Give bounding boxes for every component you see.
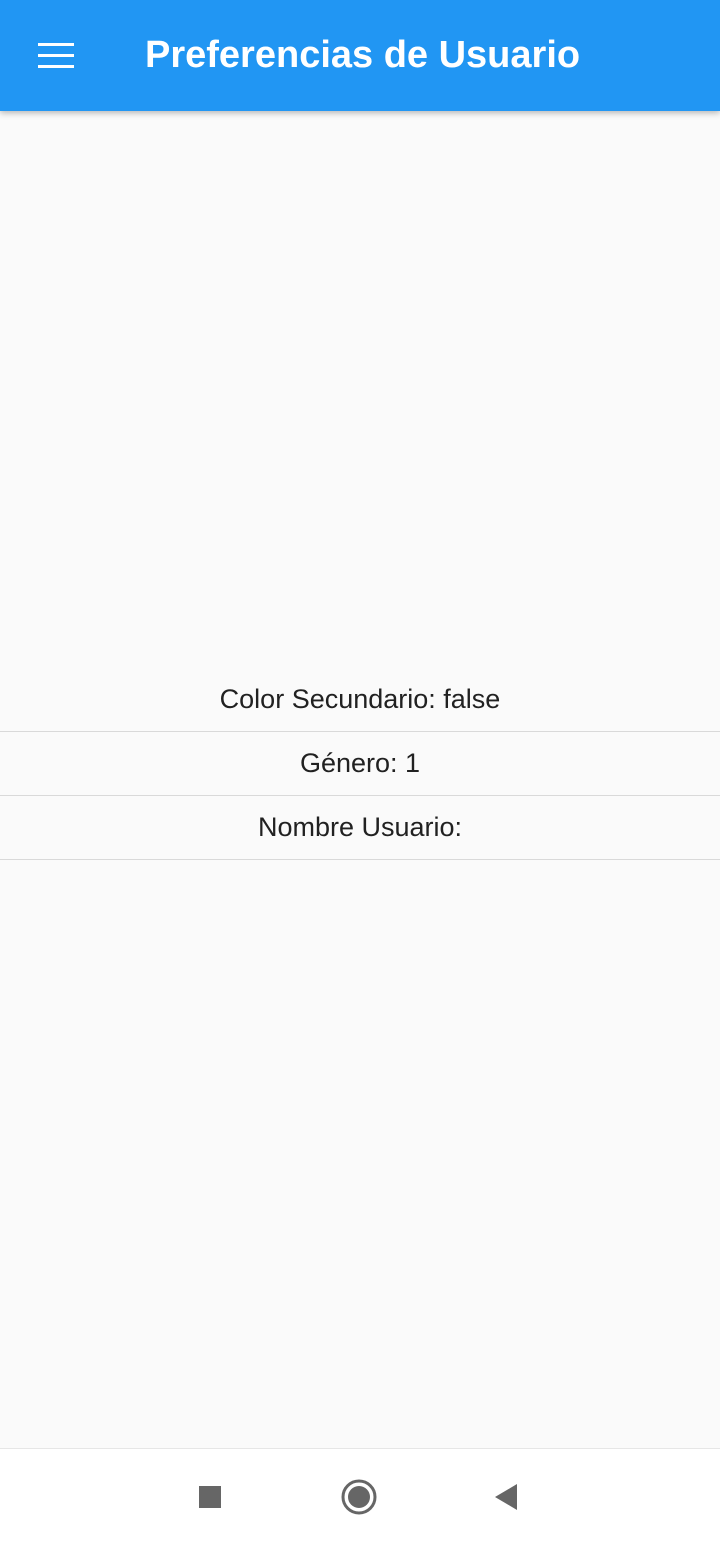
menu-icon (38, 43, 74, 68)
recents-button[interactable] (180, 1467, 240, 1527)
circle-icon (341, 1479, 377, 1515)
app-bar: Preferencias de Usuario (0, 0, 720, 111)
main-content: Color Secundario: false Género: 1 Nombre… (0, 111, 720, 1448)
menu-button[interactable] (20, 20, 92, 92)
nombre-usuario-row[interactable]: Nombre Usuario: (0, 796, 720, 860)
back-button[interactable] (476, 1467, 536, 1527)
page-title: Preferencias de Usuario (145, 34, 581, 76)
system-navigation-bar (0, 1448, 720, 1545)
back-triangle-icon (495, 1484, 517, 1510)
home-button[interactable] (329, 1467, 389, 1527)
square-icon (199, 1486, 221, 1508)
genero-row[interactable]: Género: 1 (0, 732, 720, 796)
preferences-list: Color Secundario: false Género: 1 Nombre… (0, 668, 720, 860)
color-secundario-row[interactable]: Color Secundario: false (0, 668, 720, 732)
